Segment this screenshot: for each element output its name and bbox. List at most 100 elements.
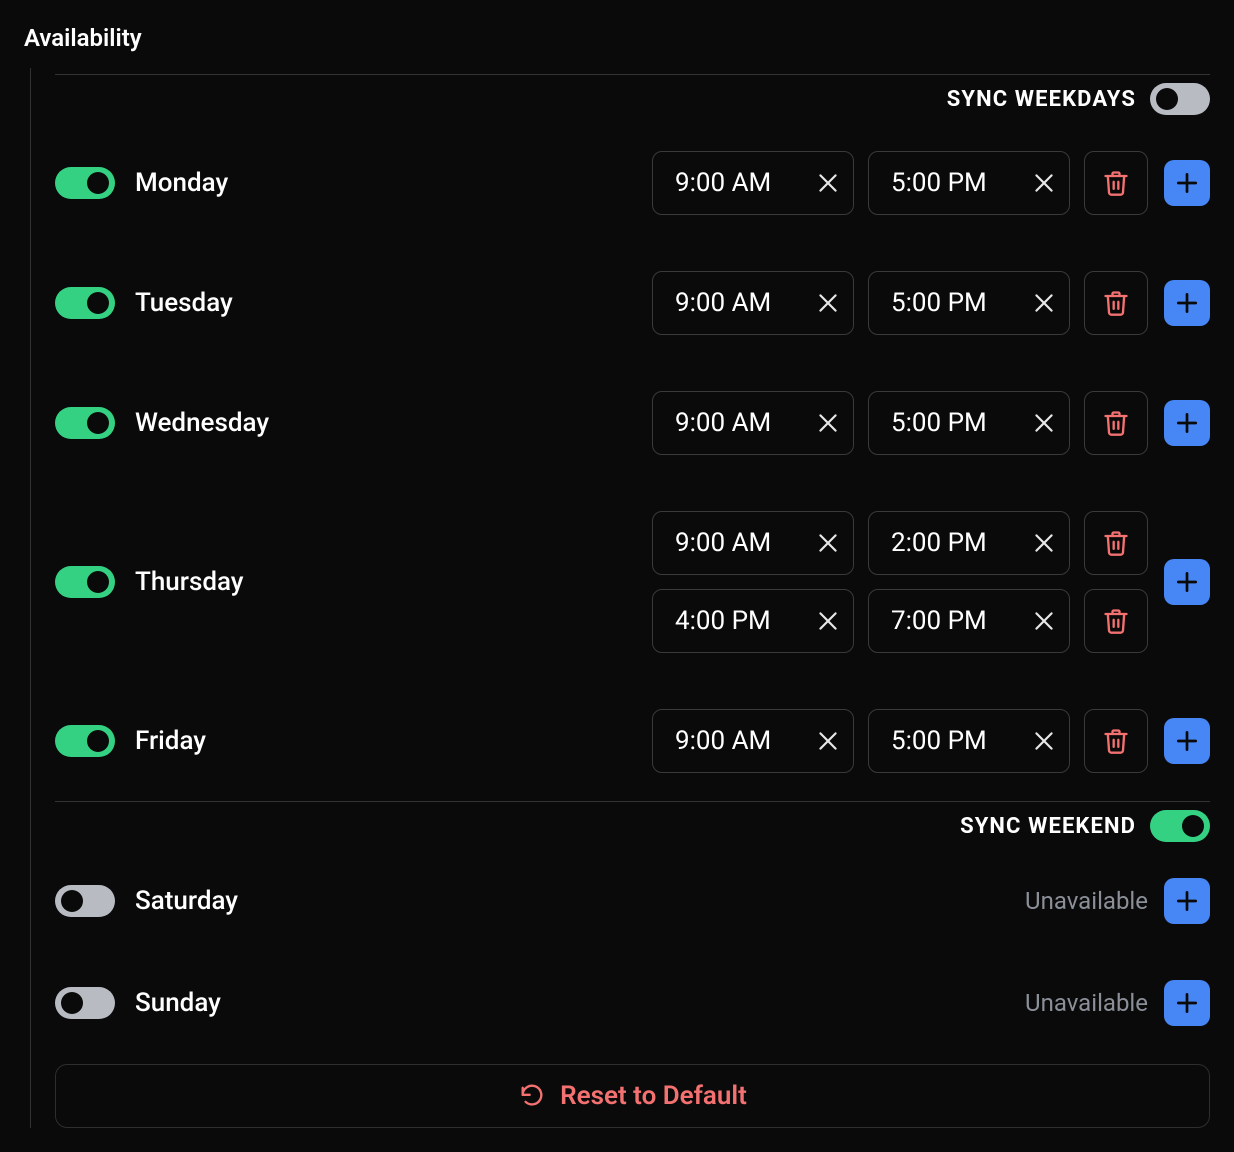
plus-icon (1174, 990, 1200, 1016)
close-icon (1031, 608, 1057, 634)
time-slot: 9:00 AM 5:00 PM (652, 709, 1148, 773)
trash-icon (1102, 289, 1130, 317)
availability-panel: SYNC WEEKDAYS Monday 9:00 AM 5:00 PM Tuesda… (30, 68, 1210, 1128)
end-time-field[interactable]: 2:00 PM (868, 511, 1070, 575)
clear-time-button[interactable] (1019, 410, 1069, 436)
end-time-field[interactable]: 5:00 PM (868, 391, 1070, 455)
clear-time-button[interactable] (803, 608, 853, 634)
close-icon (1031, 290, 1057, 316)
time-slot: 9:00 AM2:00 PM (652, 511, 1148, 575)
delete-slot-button[interactable] (1084, 271, 1148, 335)
start-time-field[interactable]: 9:00 AM (652, 709, 854, 773)
day-row: Monday 9:00 AM 5:00 PM (55, 123, 1210, 243)
trash-icon (1102, 409, 1130, 437)
clear-time-button[interactable] (803, 530, 853, 556)
time-value: 9:00 AM (653, 168, 803, 198)
day-label: Tuesday (135, 288, 233, 318)
time-slots: 9:00 AM 5:00 PM (652, 151, 1148, 215)
time-slot: 9:00 AM 5:00 PM (652, 391, 1148, 455)
add-slot-button[interactable] (1164, 980, 1210, 1026)
sync-weekend-row: SYNC WEEKEND (55, 801, 1210, 850)
end-time-field[interactable]: 5:00 PM (868, 151, 1070, 215)
day-enable-toggle[interactable] (55, 987, 115, 1019)
add-slot-button[interactable] (1164, 718, 1210, 764)
day-label: Wednesday (135, 408, 269, 438)
day-enable-toggle[interactable] (55, 885, 115, 917)
end-time-field[interactable]: 7:00 PM (868, 589, 1070, 653)
clear-time-button[interactable] (1019, 290, 1069, 316)
time-value: 9:00 AM (653, 726, 803, 756)
sync-weekdays-toggle[interactable] (1150, 83, 1210, 115)
time-slots: 9:00 AM 5:00 PM (652, 391, 1148, 455)
section-title: Availability (24, 24, 1210, 52)
add-slot-button[interactable] (1164, 878, 1210, 924)
time-value: 7:00 PM (869, 606, 1019, 636)
trash-icon (1102, 169, 1130, 197)
plus-icon (1174, 728, 1200, 754)
add-slot-button[interactable] (1164, 559, 1210, 605)
end-time-field[interactable]: 5:00 PM (868, 271, 1070, 335)
clear-time-button[interactable] (1019, 530, 1069, 556)
time-value: 9:00 AM (653, 288, 803, 318)
day-label: Saturday (135, 886, 238, 916)
day-row: Sunday Unavailable (55, 952, 1210, 1054)
day-enable-toggle[interactable] (55, 167, 115, 199)
delete-slot-button[interactable] (1084, 391, 1148, 455)
day-label: Sunday (135, 988, 221, 1018)
day-enable-toggle[interactable] (55, 725, 115, 757)
clear-time-button[interactable] (803, 728, 853, 754)
close-icon (1031, 530, 1057, 556)
close-icon (815, 728, 841, 754)
clear-time-button[interactable] (1019, 728, 1069, 754)
close-icon (1031, 170, 1057, 196)
delete-slot-button[interactable] (1084, 511, 1148, 575)
unavailable-label: Unavailable (1025, 887, 1148, 915)
time-slot: 9:00 AM 5:00 PM (652, 271, 1148, 335)
close-icon (815, 410, 841, 436)
day-label: Friday (135, 726, 206, 756)
start-time-field[interactable]: 9:00 AM (652, 271, 854, 335)
day-label: Thursday (135, 567, 244, 597)
clear-time-button[interactable] (803, 410, 853, 436)
trash-icon (1102, 529, 1130, 557)
plus-icon (1174, 170, 1200, 196)
time-slot: 4:00 PM 7:00 PM (652, 589, 1148, 653)
undo-icon (518, 1082, 546, 1110)
day-row: Thursday9:00 AM2:00 PM4:00 PM7:00 PM (55, 483, 1210, 681)
clear-time-button[interactable] (803, 170, 853, 196)
day-label: Monday (135, 168, 228, 198)
day-row: Friday 9:00 AM 5:00 PM (55, 681, 1210, 801)
clear-time-button[interactable] (1019, 170, 1069, 196)
close-icon (815, 290, 841, 316)
delete-slot-button[interactable] (1084, 151, 1148, 215)
sync-weekend-toggle[interactable] (1150, 810, 1210, 842)
close-icon (1031, 410, 1057, 436)
clear-time-button[interactable] (803, 290, 853, 316)
start-time-field[interactable]: 9:00 AM (652, 391, 854, 455)
plus-icon (1174, 410, 1200, 436)
end-time-field[interactable]: 5:00 PM (868, 709, 1070, 773)
sync-weekdays-label: SYNC WEEKDAYS (947, 87, 1136, 112)
day-enable-toggle[interactable] (55, 287, 115, 319)
delete-slot-button[interactable] (1084, 589, 1148, 653)
start-time-field[interactable]: 4:00 PM (652, 589, 854, 653)
reset-to-default-button[interactable]: Reset to Default (55, 1064, 1210, 1128)
add-slot-button[interactable] (1164, 160, 1210, 206)
day-enable-toggle[interactable] (55, 407, 115, 439)
time-slot: 9:00 AM 5:00 PM (652, 151, 1148, 215)
add-slot-button[interactable] (1164, 280, 1210, 326)
time-slots: 9:00 AM 5:00 PM (652, 709, 1148, 773)
day-enable-toggle[interactable] (55, 566, 115, 598)
clear-time-button[interactable] (1019, 608, 1069, 634)
time-value: 5:00 PM (869, 408, 1019, 438)
time-value: 5:00 PM (869, 288, 1019, 318)
start-time-field[interactable]: 9:00 AM (652, 151, 854, 215)
time-value: 5:00 PM (869, 726, 1019, 756)
plus-icon (1174, 569, 1200, 595)
delete-slot-button[interactable] (1084, 709, 1148, 773)
add-slot-button[interactable] (1164, 400, 1210, 446)
unavailable-label: Unavailable (1025, 989, 1148, 1017)
reset-label: Reset to Default (560, 1081, 747, 1111)
sync-weekdays-row: SYNC WEEKDAYS (55, 74, 1210, 123)
start-time-field[interactable]: 9:00 AM (652, 511, 854, 575)
